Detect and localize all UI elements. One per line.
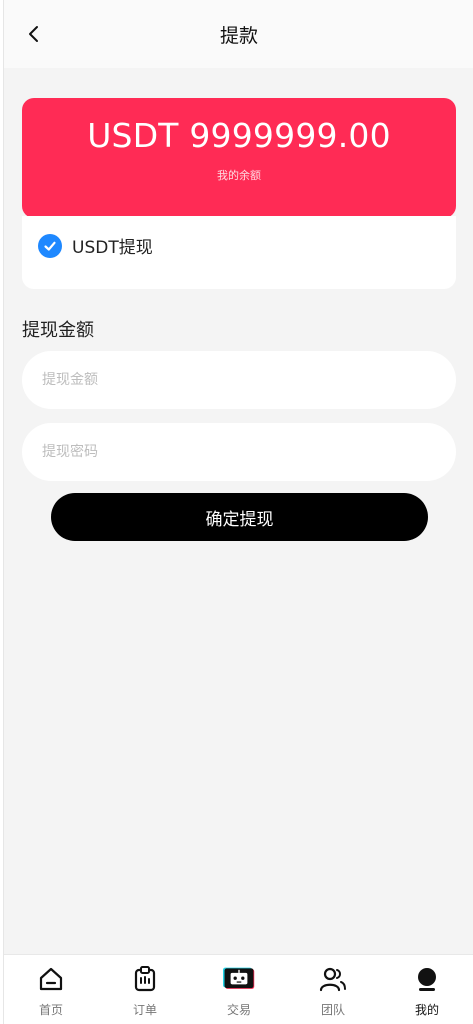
nav-item-trade[interactable]: 交易 — [192, 955, 286, 1024]
robot-icon — [223, 963, 255, 995]
withdraw-method-label: USDT提现 — [72, 238, 153, 258]
confirm-withdraw-button[interactable]: 确定提现 — [51, 493, 428, 541]
nav-item-home[interactable]: 首页 — [4, 955, 98, 1024]
password-field-wrapper — [22, 423, 456, 481]
balance-label: 我的余额 — [217, 169, 261, 182]
withdraw-method-usdt[interactable]: USDT提现 — [38, 233, 153, 258]
nav-label: 首页 — [38, 1003, 63, 1017]
team-icon — [317, 963, 349, 995]
user-icon — [411, 963, 443, 995]
checkmark-icon — [38, 233, 62, 258]
home-icon — [35, 963, 67, 995]
nav-label: 团队 — [320, 1003, 345, 1017]
nav-label: 交易 — [226, 1003, 251, 1017]
page-title: 提款 — [219, 24, 258, 47]
withdraw-method-card: USDT提现 — [22, 216, 456, 289]
balance-card: USDT 9999999.00 我的余额 — [22, 98, 456, 218]
nav-label: 订单 — [132, 1003, 157, 1017]
balance-amount: USDT 9999999.00 — [87, 116, 391, 155]
nav-label: 我的 — [414, 1003, 439, 1017]
back-button[interactable] — [20, 20, 48, 48]
amount-field-wrapper — [22, 351, 456, 409]
nav-item-orders[interactable]: 订单 — [98, 955, 192, 1024]
amount-section-title: 提现金额 — [22, 320, 94, 341]
chevron-left-icon — [29, 26, 38, 42]
app-frame: 提款 USDT 9999999.00 我的余额 USDT提现 提现金额 确定提现 — [3, 0, 473, 1024]
header: 提款 — [4, 0, 473, 68]
clipboard-icon — [129, 963, 161, 995]
password-input[interactable] — [22, 423, 456, 481]
nav-item-mine[interactable]: 我的 — [380, 955, 473, 1024]
nav-item-team[interactable]: 团队 — [286, 955, 380, 1024]
amount-input[interactable] — [22, 351, 456, 409]
bottom-nav: 首页 订单 交易 团队 我的 — [4, 954, 473, 1024]
